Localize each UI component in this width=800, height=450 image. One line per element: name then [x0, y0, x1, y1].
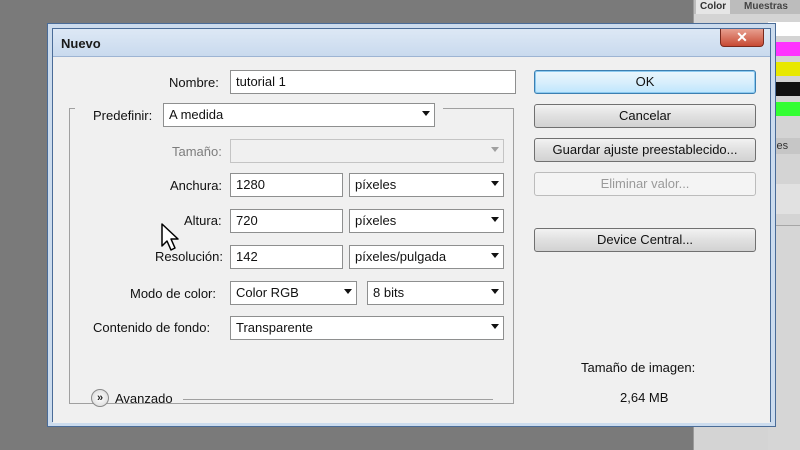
- ok-button[interactable]: OK: [534, 70, 756, 94]
- tab-channels[interactable]: ales: [768, 138, 800, 154]
- panel-toolbar: [768, 184, 800, 214]
- background-contents-value: Transparente: [236, 320, 313, 335]
- swatch[interactable]: [768, 102, 800, 116]
- preset-label: Predefinir:: [93, 108, 153, 123]
- cancel-button[interactable]: Cancelar: [534, 104, 756, 128]
- device-central-button[interactable]: Device Central...: [534, 228, 756, 252]
- resolution-unit-value: píxeles/pulgada: [355, 249, 447, 264]
- image-size-label: Tamaño de imagen:: [581, 360, 696, 375]
- tab-swatches[interactable]: Muestras: [740, 0, 792, 14]
- tab-color[interactable]: Color: [696, 0, 731, 14]
- width-unit-select[interactable]: píxeles: [349, 173, 504, 197]
- height-input[interactable]: 720: [230, 209, 343, 233]
- resolution-unit-select[interactable]: píxeles/pulgada: [349, 245, 504, 269]
- width-unit-value: píxeles: [355, 177, 397, 192]
- save-preset-button[interactable]: Guardar ajuste preestablecido...: [534, 138, 756, 162]
- height-label: Altura:: [184, 213, 222, 228]
- delete-preset-button[interactable]: Eliminar valor...: [534, 172, 756, 196]
- resolution-input[interactable]: 142: [230, 245, 343, 269]
- height-unit-value: píxeles: [355, 213, 397, 228]
- bit-depth-select[interactable]: 8 bits: [367, 281, 504, 305]
- name-label: Nombre:: [169, 75, 219, 90]
- color-mode-label: Modo de color:: [130, 286, 216, 301]
- image-size-value: 2,64 MB: [620, 390, 669, 405]
- chevron-double-down-icon[interactable]: »: [91, 389, 109, 407]
- dialog-title-bar[interactable]: Nuevo ✕: [53, 29, 770, 57]
- dropdown-arrow-icon: [491, 289, 499, 294]
- height-unit-select[interactable]: píxeles: [349, 209, 504, 233]
- bit-depth-value: 8 bits: [373, 285, 405, 300]
- dropdown-arrow-icon: [491, 147, 499, 152]
- dropdown-arrow-icon: [344, 289, 352, 294]
- swatch[interactable]: [768, 82, 800, 96]
- mouse-cursor-icon: [161, 223, 179, 251]
- advanced-toggle-label[interactable]: Avanzado: [115, 391, 173, 406]
- name-input[interactable]: tutorial 1: [230, 70, 516, 94]
- advanced-divider: [183, 399, 493, 400]
- dropdown-arrow-icon: [491, 253, 499, 258]
- close-button[interactable]: ✕: [720, 29, 764, 47]
- close-icon: ✕: [736, 29, 748, 45]
- dropdown-arrow-icon: [491, 324, 499, 329]
- preset-value: A medida: [169, 107, 224, 122]
- width-label: Anchura:: [170, 178, 223, 193]
- panel-body: [768, 225, 800, 450]
- background-contents-label: Contenido de fondo:: [93, 320, 211, 335]
- size-label: Tamaño:: [172, 144, 222, 159]
- dialog-title: Nuevo: [61, 36, 101, 51]
- swatch[interactable]: [768, 62, 800, 76]
- color-mode-value: Color RGB: [236, 285, 299, 300]
- panel-tab-bar: Color Muestras: [694, 0, 800, 14]
- color-mode-select[interactable]: Color RGB: [230, 281, 357, 305]
- background-contents-select[interactable]: Transparente: [230, 316, 504, 340]
- size-select[interactable]: [230, 139, 504, 163]
- dropdown-arrow-icon: [491, 217, 499, 222]
- dropdown-arrow-icon: [422, 111, 430, 116]
- swatch[interactable]: [768, 42, 800, 56]
- swatch[interactable]: [768, 22, 800, 36]
- preset-select[interactable]: A medida: [163, 103, 435, 127]
- dropdown-arrow-icon: [491, 181, 499, 186]
- width-input[interactable]: 1280: [230, 173, 343, 197]
